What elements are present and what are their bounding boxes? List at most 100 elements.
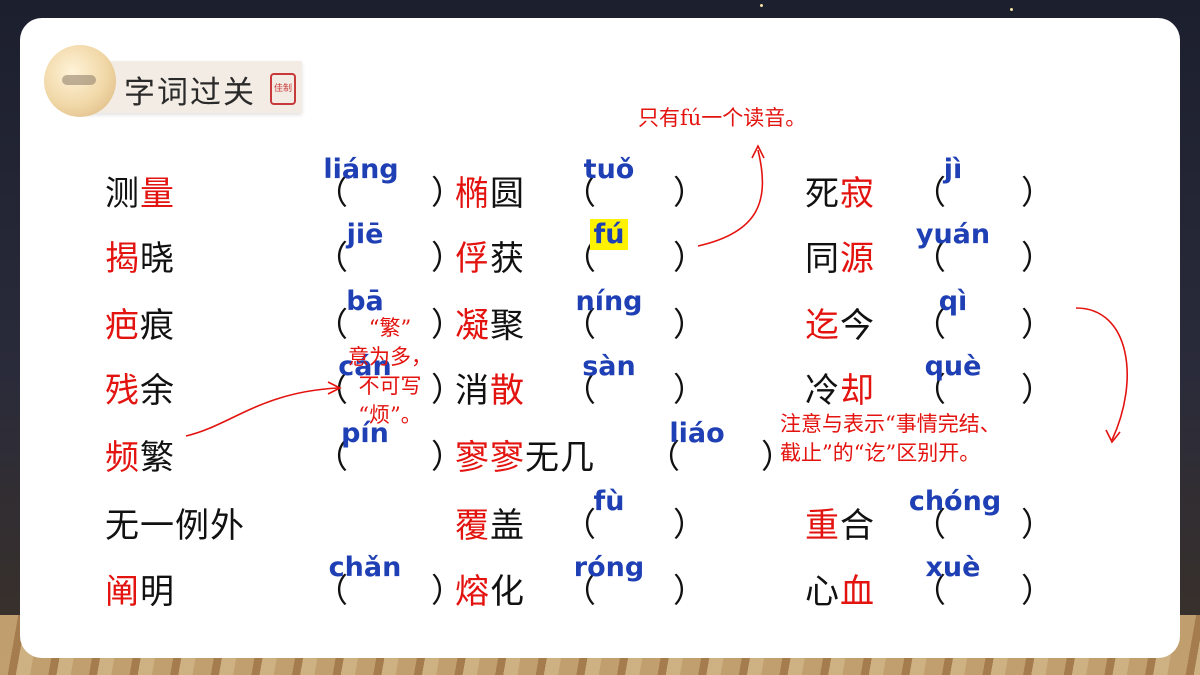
paren-close: ） [1021,505,1054,544]
paren-close: ） [1021,571,1054,610]
pinyin-text: sàn [582,351,636,382]
highlighted-char: 量 [140,174,175,214]
pinyin-text: jì [943,154,963,185]
vocab-word: 熔化 [455,564,525,613]
pinyin-answer: liáo [647,418,747,449]
note-line: 意为多， [348,345,432,369]
vocab-word: 揭晓 [105,231,175,280]
word-char: 获 [490,239,525,279]
highlighted-char: 频 [105,438,140,478]
seal-stamp-icon: 佳制 [270,73,296,105]
vocab-word: 俘获 [455,231,525,280]
pinyin-text: yuán [915,219,991,250]
vocab-word: 无一例外 [105,498,245,547]
pinyin-text: fú [589,219,629,250]
paren-close: ） [673,505,706,544]
highlighted-char: 揭 [105,239,140,279]
note-fu-pronunciation: 只有fú一个读音。 [638,106,807,130]
highlighted-char: 椭 [455,174,490,214]
pinyin-text: tuǒ [583,154,635,185]
word-char: 繁 [140,438,175,478]
pinyin-answer: bā [315,286,415,317]
paren-close: ） [673,571,706,610]
section-header: 字词过关 佳制 [44,45,304,117]
word-char: 圆 [490,174,525,214]
pinyin-answer: què [903,351,1003,382]
pinyin-text: qì [938,286,968,317]
vocab-word: 椭圆 [455,166,525,215]
highlighted-char: 散 [490,371,525,411]
paren-close: ） [673,305,706,344]
pinyin-answer: jiē [315,219,415,250]
pinyin-answer: fù [559,486,659,517]
note-line: “烦”。 [358,403,422,427]
word-char: 冷 [805,371,840,411]
word-char: 明 [140,572,175,612]
pinyin-text: chǎn [328,552,402,583]
pinyin-text: liáo [669,418,725,449]
pinyin-answer: liáng [311,154,411,185]
paren-close: ） [673,238,706,277]
vocab-word: 残余 [105,363,175,412]
vocab-word: 测量 [105,166,175,215]
pinyin-text: jiē [346,219,384,250]
note-qi: 注意与表示“事情完结、 截止”的“讫”区别开。 [780,410,1001,468]
paren-close: ） [1021,173,1054,212]
highlighted-char: 寂 [840,174,875,214]
highlighted-char: 血 [840,572,875,612]
vocab-word: 疤痕 [105,298,175,347]
note-line: “繁” [368,316,412,340]
vocab-word: 迄今 [805,298,875,347]
note-line: 截止”的“讫”区别开。 [780,441,981,465]
highlighted-char: 源 [840,239,875,279]
word-char: 无几 [525,438,595,478]
pinyin-text: liáng [323,154,399,185]
highlighted-char: 迄 [805,306,840,346]
highlighted-char: 熔 [455,572,490,612]
pinyin-answer: róng [559,552,659,583]
highlighted-char: 寥寥 [455,438,525,478]
word-char: 痕 [140,306,175,346]
highlighted-char: 阐 [105,572,140,612]
pinyin-answer: fú [559,219,659,250]
paren-close: ） [673,370,706,409]
pinyin-answer: qì [903,286,1003,317]
vocab-word: 冷却 [805,363,875,412]
word-char: 死 [805,174,840,214]
note-fan: “繁” 意为多， 不可写 “烦”。 [348,314,432,430]
vocab-word: 心血 [805,564,875,613]
pinyin-answer: chǎn [315,552,415,583]
pinyin-text: chóng [908,486,1002,517]
vocab-word: 覆盖 [455,498,525,547]
paren-close: ） [1021,370,1054,409]
highlighted-char: 疤 [105,306,140,346]
pinyin-text: róng [573,552,645,583]
paren-close: ） [1021,305,1054,344]
vocab-word: 寥寥无几 [455,430,595,479]
moon-icon [44,45,116,117]
word-char: 盖 [490,506,525,546]
pinyin-answer: chóng [905,486,1005,517]
highlighted-char: 凝 [455,306,490,346]
highlighted-char: 却 [840,371,875,411]
highlighted-char: 覆 [455,506,490,546]
word-char: 化 [490,572,525,612]
pinyin-text: xuè [925,552,981,583]
note-line: 不可写 [358,374,422,398]
highlighted-char: 重 [805,506,840,546]
word-char: 聚 [490,306,525,346]
pinyin-text: bā [346,286,384,317]
vocab-word: 凝聚 [455,298,525,347]
page-title: 字词过关 [124,75,256,111]
paren-close: ） [673,173,706,212]
vocab-word: 阐明 [105,564,175,613]
paren-close: ） [1021,238,1054,277]
star-icon [760,4,763,7]
pinyin-answer: jì [903,154,1003,185]
pinyin-answer: níng [559,286,659,317]
word-char: 余 [140,371,175,411]
vocab-word: 频繁 [105,430,175,479]
word-char: 消 [455,371,490,411]
word-char: 心 [805,572,840,612]
note-line: 注意与表示“事情完结、 [780,412,1001,436]
